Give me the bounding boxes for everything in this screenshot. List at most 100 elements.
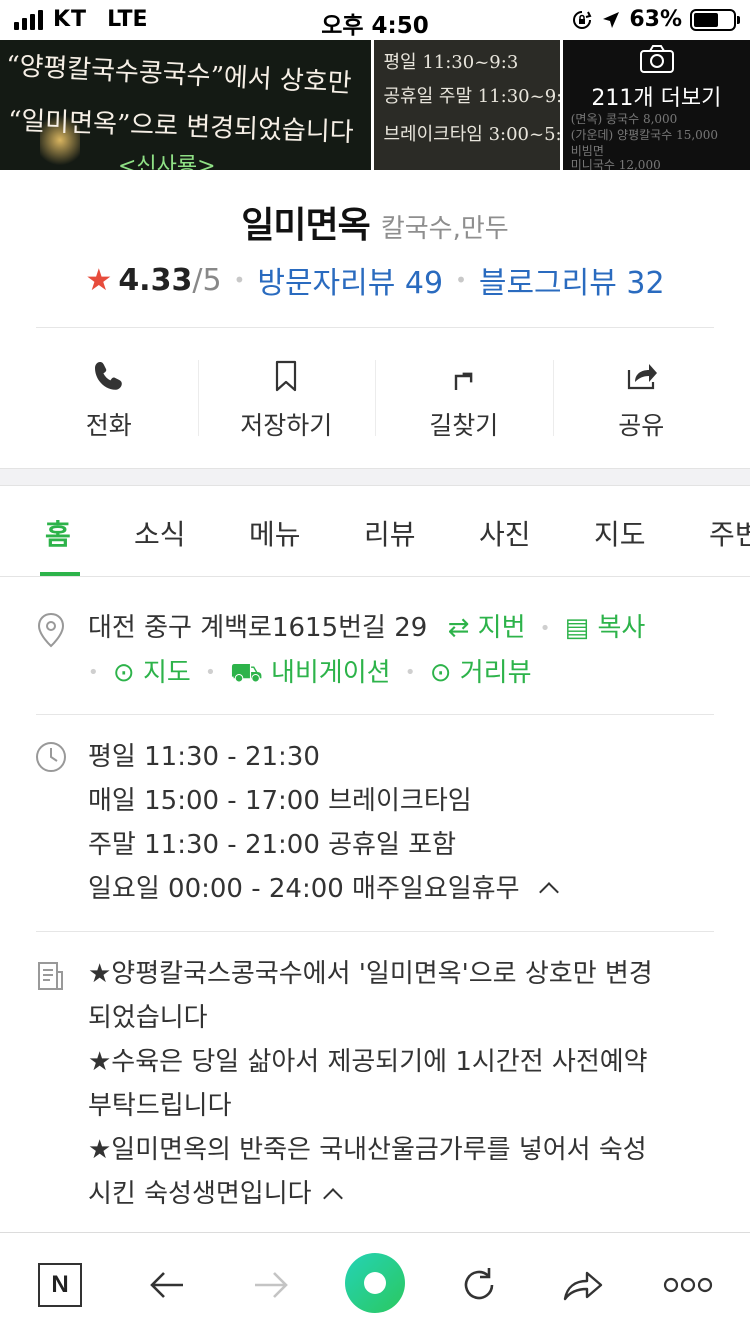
description-line: 되었습니다	[88, 1003, 208, 1033]
clock-icon	[36, 742, 66, 772]
hours-line: 일요일 00:00 - 24:00 매주일요일휴무	[88, 874, 520, 904]
photo-thumbnail-2[interactable]: 평일 11:30~9:3 공휴일 주말 11:30~9:00 브레이크타임 3:…	[373, 40, 560, 170]
call-label: 전화	[85, 411, 132, 440]
tab-home[interactable]: 홈	[45, 513, 71, 553]
separator-dot: •	[88, 662, 99, 683]
share-label: 공유	[618, 411, 665, 440]
section-separator	[0, 468, 750, 486]
browser-bottom-bar: N	[0, 1232, 750, 1334]
refresh-button[interactable]	[449, 1255, 509, 1315]
directions-button[interactable]: 길찾기	[375, 340, 553, 450]
map-link[interactable]: ⊙ 지도	[113, 658, 191, 688]
street-view-icon: ⊙	[429, 657, 452, 688]
action-bar: 전화 저장하기 길찾기 공유	[20, 340, 730, 450]
blog-reviews-link[interactable]: 블로그리뷰 32	[479, 258, 665, 302]
green-dot-home-button[interactable]	[345, 1253, 405, 1313]
photo-sign-text: “양평칼국수콩국수”에서 상호만	[5, 50, 353, 100]
description-line: ★일미면옥의 반죽은 국내산울금가루를 넣어서 숙성	[88, 1135, 647, 1165]
rotation-lock-icon	[573, 10, 592, 29]
collapse-caret-icon[interactable]	[538, 882, 559, 902]
address-text: 대전 중구 계백로1615번길 29	[88, 613, 428, 643]
divider	[36, 327, 714, 328]
business-hours: 평일 11:30 - 21:30 매일 15:00 - 17:00 브레이크타임…	[88, 735, 559, 911]
copy-button[interactable]: ▤ 복사	[565, 613, 646, 643]
navigation-link[interactable]: ⛟ 내비게이션	[230, 658, 391, 688]
save-button[interactable]: 저장하기	[197, 340, 376, 450]
more-photos-label: 211개 더보기	[591, 86, 722, 111]
hours-line: 평일 11:30 - 21:30	[88, 742, 320, 772]
collapse-caret-icon[interactable]	[322, 1188, 343, 1208]
photo-sign-text: <신사룡>	[118, 154, 216, 170]
photo-strip: “양평칼국수콩국수”에서 상호만 “일미면옥”으로 변경되었습니다 <신사룡> …	[0, 40, 750, 170]
battery-icon	[690, 8, 740, 31]
tab-news[interactable]: 소식	[134, 513, 186, 553]
separator-dot: •	[455, 268, 467, 292]
tab-nearby[interactable]: 주변	[709, 513, 750, 553]
refresh-icon	[464, 1268, 494, 1300]
document-icon	[38, 962, 63, 990]
status-bar: KT LTE 오후 4:50 63%	[0, 0, 750, 40]
car-icon: ⛟	[229, 657, 263, 688]
separator-dot: •	[233, 268, 246, 292]
description-line: ★수육은 당일 삶아서 제공되기에 1시간전 사전예약	[88, 1047, 648, 1077]
place-header: 일미면옥 칼국수,만두	[0, 196, 750, 248]
back-button[interactable]	[137, 1255, 197, 1315]
forward-button[interactable]	[241, 1255, 301, 1315]
visitor-reviews-link[interactable]: 방문자리뷰 49	[257, 258, 443, 302]
call-button[interactable]: 전화	[20, 340, 198, 450]
hours-line: 주말 11:30 - 21:00 공휴일 포함	[88, 830, 457, 860]
description-line: 시킨 숙성생면입니다	[88, 1179, 312, 1209]
more-button[interactable]	[658, 1255, 718, 1315]
divider	[36, 931, 714, 932]
share-icon	[628, 364, 658, 390]
description-line: ★양평칼국스콩국수에서 '일미면옥'으로 상호만 변경	[88, 959, 653, 989]
more-dots-icon	[663, 1277, 713, 1293]
active-tab-indicator	[40, 572, 80, 576]
photo-more-button[interactable]: (면옥) 콩국수 8,000 (가운데) 양평칼국수 15,000 비빔면 미니…	[562, 40, 750, 170]
hours-line: 매일 15:00 - 17:00 브레이크타임	[88, 786, 472, 816]
photo-sign-text: 공휴일 주말 11:30~9:00	[383, 86, 560, 107]
photo-sign-text: 브레이크타임 3:00~5:0	[383, 124, 560, 145]
location-arrow-icon	[603, 11, 620, 28]
bookmark-icon	[276, 360, 297, 392]
rating-score: 4.33	[118, 262, 193, 298]
phone-icon	[94, 362, 122, 390]
address-section: 대전 중구 계백로1615번길 29 ⇄ 지번 • ▤ 복사 • ⊙ 지도 • …	[88, 606, 728, 695]
share-arrow-icon	[563, 1271, 603, 1301]
directions-label: 길찾기	[429, 411, 499, 440]
camera-icon	[639, 45, 674, 73]
location-pin-icon	[37, 612, 65, 648]
street-view-link[interactable]: ⊙ 거리뷰	[430, 658, 532, 688]
back-arrow-icon	[150, 1272, 183, 1298]
jibun-button[interactable]: ⇄ 지번	[448, 613, 526, 643]
naver-home-icon: N	[38, 1263, 82, 1307]
battery-percent: 63%	[629, 7, 682, 32]
place-name: 일미면옥	[241, 205, 370, 246]
description-line: 부탁드립니다	[88, 1091, 232, 1121]
divider	[36, 714, 714, 715]
swap-icon: ⇄	[447, 613, 470, 643]
copy-icon: ▤	[564, 613, 590, 643]
tab-reviews[interactable]: 리뷰	[364, 513, 416, 553]
tab-photos[interactable]: 사진	[479, 513, 531, 553]
green-dot-home-icon	[364, 1272, 386, 1294]
share-button[interactable]: 공유	[552, 340, 731, 450]
star-icon: ★	[85, 262, 113, 298]
naver-home-button[interactable]: N	[30, 1255, 90, 1315]
separator-dot: •	[539, 617, 551, 639]
map-pin-icon: ⊙	[112, 657, 135, 688]
save-label: 저장하기	[240, 411, 333, 440]
photo-thumbnail-1[interactable]: “양평칼국수콩국수”에서 상호만 “일미면옥”으로 변경되었습니다 <신사룡>	[0, 40, 371, 170]
tab-menu[interactable]: 메뉴	[249, 513, 301, 553]
share-page-button[interactable]	[553, 1255, 613, 1315]
rating-row: ★ 4.33 /5 • 방문자리뷰 49 • 블로그리뷰 32	[0, 258, 750, 302]
tab-bar: 홈 소식 메뉴 리뷰 사진 지도 주변	[0, 487, 750, 577]
photo-sign-text: 평일 11:30~9:3	[383, 52, 519, 73]
place-description: ★양평칼국스콩국수에서 '일미면옥'으로 상호만 변경 되었습니다 ★수육은 당…	[88, 952, 718, 1216]
separator-dot: •	[205, 662, 216, 683]
directions-icon	[454, 372, 473, 390]
rating-max: /5	[192, 262, 222, 298]
forward-arrow-icon	[255, 1272, 288, 1298]
tab-map[interactable]: 지도	[594, 513, 646, 553]
separator-dot: •	[404, 662, 416, 683]
